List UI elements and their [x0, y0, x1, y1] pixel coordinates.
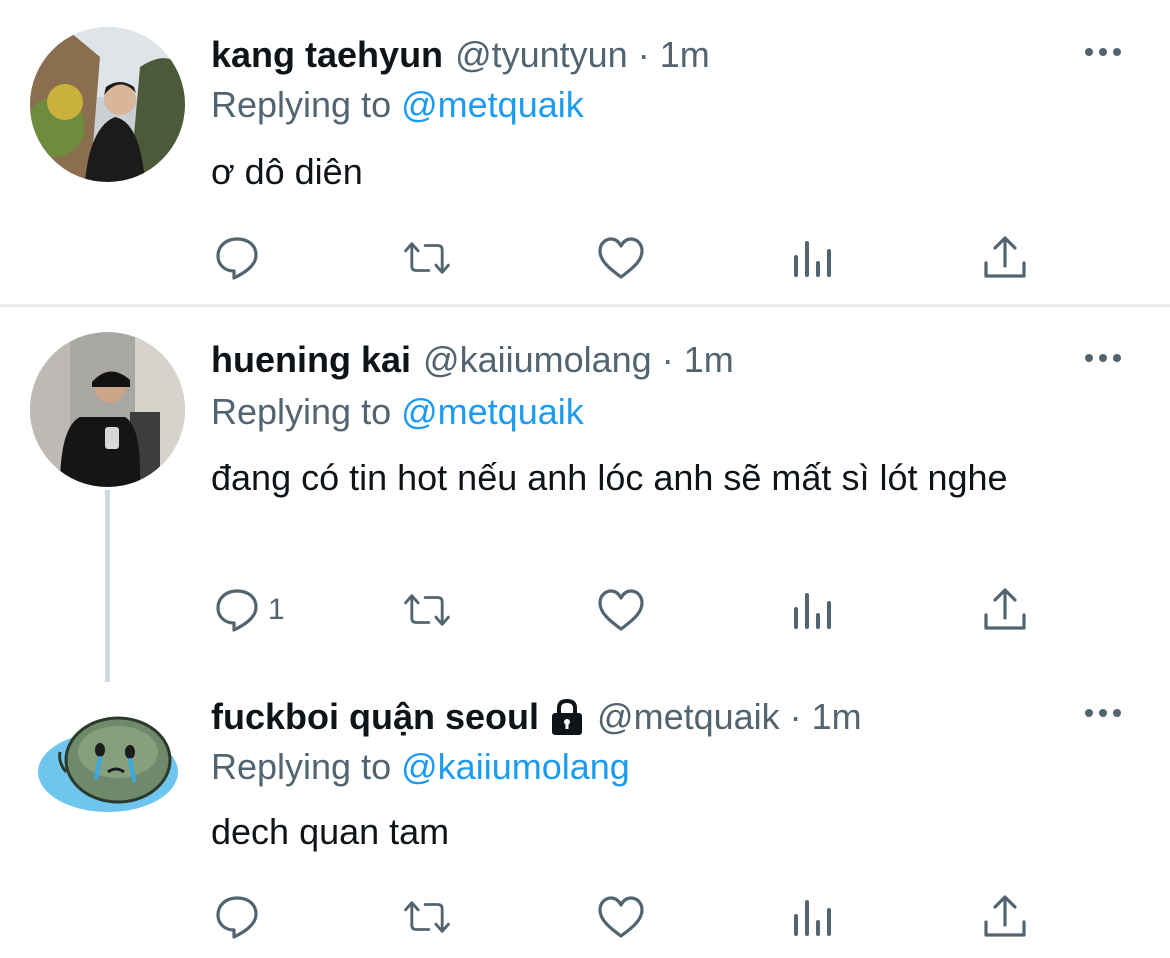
reply-icon — [216, 896, 258, 939]
tweet-1[interactable]: kang taehyun @tyuntyun · 1m Replying to … — [0, 0, 1170, 304]
tweet-text: ơ dô diên — [211, 151, 363, 192]
replying-prefix: Replying to — [211, 391, 392, 432]
share-button[interactable] — [980, 233, 1030, 283]
user-handle[interactable]: @metquaik — [597, 696, 780, 738]
retweet-icon — [404, 901, 450, 933]
user-handle[interactable]: @tyuntyun — [455, 34, 628, 76]
retweet-button[interactable] — [402, 892, 452, 942]
like-icon — [598, 589, 644, 631]
retweet-icon — [404, 594, 450, 626]
retweet-icon — [404, 242, 450, 274]
replying-prefix: Replying to — [211, 84, 392, 125]
analytics-button[interactable] — [788, 585, 838, 635]
replying-to: Replying to @metquaik — [211, 84, 584, 126]
timestamp[interactable]: 1m — [660, 34, 710, 76]
retweet-button[interactable] — [402, 233, 452, 283]
analytics-icon — [794, 900, 831, 936]
display-name[interactable]: huening kai — [211, 339, 411, 381]
action-bar — [0, 892, 1170, 942]
tweet-header: kang taehyun @tyuntyun · 1m — [211, 30, 710, 80]
analytics-button[interactable] — [788, 892, 838, 942]
reply-button[interactable]: 1 — [212, 585, 285, 635]
separator: · — [789, 696, 802, 737]
tweet-header: fuckboi quận seoul @metquaik · 1m — [211, 692, 862, 742]
reply-icon — [216, 589, 258, 632]
replying-prefix: Replying to — [211, 746, 392, 787]
timestamp[interactable]: 1m — [684, 339, 734, 381]
replying-to: Replying to @metquaik — [211, 391, 584, 433]
timestamp[interactable]: 1m — [812, 696, 862, 738]
tweet-2[interactable]: huening kai @kaiiumolang · 1m Replying t… — [0, 307, 1170, 683]
action-bar: 1 — [0, 585, 1170, 635]
tweet-3[interactable]: fuckboi quận seoul @metquaik · 1m Replyi… — [0, 682, 1170, 958]
mention-link[interactable]: @kaiiumolang — [401, 746, 630, 787]
like-icon — [598, 237, 644, 279]
mention-link[interactable]: @metquaik — [401, 84, 584, 125]
reply-button[interactable] — [212, 233, 268, 283]
share-icon — [984, 895, 1026, 937]
reply-count: 1 — [268, 593, 285, 626]
share-icon — [984, 588, 1026, 630]
like-button[interactable] — [596, 585, 646, 635]
analytics-icon — [794, 241, 831, 277]
display-name[interactable]: kang taehyun — [211, 34, 443, 76]
lock-icon — [552, 698, 583, 735]
analytics-icon — [794, 593, 831, 629]
separator: · — [637, 34, 650, 75]
avatar[interactable] — [30, 682, 185, 837]
reply-button[interactable] — [212, 892, 268, 942]
avatar[interactable] — [30, 27, 185, 182]
tweet-text: đang có tin hot nếu anh lóc anh sẽ mất s… — [211, 457, 1008, 498]
tweet-header: huening kai @kaiiumolang · 1m — [211, 335, 734, 385]
like-button[interactable] — [596, 233, 646, 283]
like-button[interactable] — [596, 892, 646, 942]
analytics-button[interactable] — [788, 233, 838, 283]
more-icon[interactable] — [1085, 348, 1129, 368]
retweet-button[interactable] — [402, 585, 452, 635]
separator: · — [661, 339, 674, 380]
share-icon — [984, 236, 1026, 278]
action-bar — [0, 233, 1170, 283]
display-name[interactable]: fuckboi quận seoul — [211, 696, 539, 738]
mention-link[interactable]: @metquaik — [401, 391, 584, 432]
more-icon[interactable] — [1085, 42, 1129, 62]
replying-to: Replying to @kaiiumolang — [211, 746, 630, 788]
more-icon[interactable] — [1085, 703, 1129, 723]
share-button[interactable] — [980, 892, 1030, 942]
share-button[interactable] — [980, 585, 1030, 635]
reply-icon — [216, 237, 258, 280]
user-handle[interactable]: @kaiiumolang — [423, 339, 652, 381]
avatar[interactable] — [30, 332, 185, 487]
like-icon — [598, 896, 644, 938]
tweet-text: dech quan tam — [211, 811, 450, 852]
